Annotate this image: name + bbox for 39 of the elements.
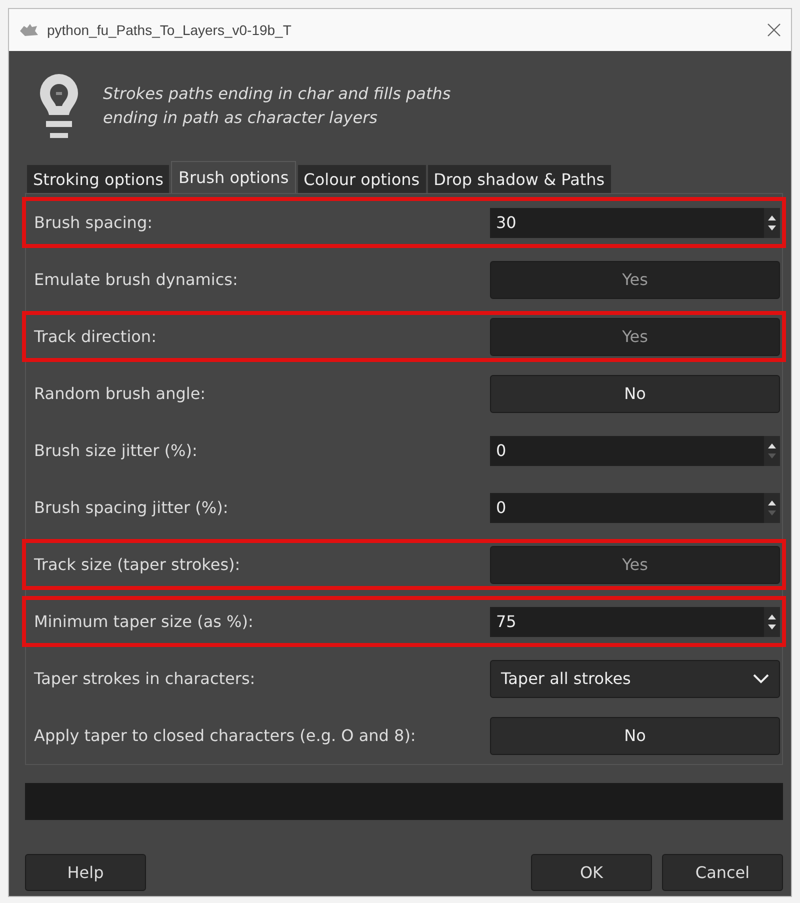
number-field[interactable]: 0 xyxy=(490,436,780,466)
field-label: Brush spacing jitter (%): xyxy=(34,498,228,517)
field-label: Taper strokes in characters: xyxy=(34,669,256,688)
toggle-button[interactable]: No xyxy=(490,374,780,412)
field-label: Brush spacing: xyxy=(34,213,152,232)
up-arrow-icon[interactable] xyxy=(767,612,777,620)
number-field[interactable]: 75 xyxy=(490,606,780,636)
close-icon[interactable] xyxy=(767,23,781,37)
field-label: Random brush angle: xyxy=(34,384,206,403)
chevron-down-icon xyxy=(753,674,769,684)
dialog-button[interactable]: OK xyxy=(531,854,652,891)
field-label: Minimum taper size (as %): xyxy=(34,612,254,631)
window-title: python_fu_Paths_To_Layers_v0-19b_T xyxy=(47,22,292,38)
field-label: Track size (taper strokes): xyxy=(34,555,240,574)
number-field[interactable]: 30 xyxy=(490,208,780,238)
up-arrow-icon[interactable] xyxy=(767,214,777,222)
dropdown[interactable]: Taper all strokes xyxy=(490,660,780,698)
tab[interactable]: Stroking options xyxy=(27,165,170,193)
field-label: Apply taper to closed characters (e.g. O and 8): xyxy=(34,726,416,745)
toggle-button[interactable]: Yes xyxy=(490,318,780,356)
up-arrow-icon[interactable] xyxy=(767,442,777,450)
app-icon xyxy=(19,23,39,37)
field-label: Brush size jitter (%): xyxy=(34,441,198,460)
description-text: Strokes paths ending in char and fills paths ending in path as character layers xyxy=(103,83,451,129)
tab[interactable]: Colour options xyxy=(298,165,426,193)
up-arrow-icon[interactable] xyxy=(767,498,777,506)
tab[interactable]: Brush options xyxy=(171,161,296,193)
toggle-button[interactable]: No xyxy=(490,716,780,754)
field-label: Emulate brush dynamics: xyxy=(34,270,238,289)
down-arrow-icon[interactable] xyxy=(767,622,777,630)
number-field[interactable]: 0 xyxy=(490,492,780,522)
dialog-button[interactable]: Cancel xyxy=(662,854,783,891)
lightbulb-icon xyxy=(37,71,81,141)
toggle-button[interactable]: Yes xyxy=(490,260,780,298)
down-arrow-icon[interactable] xyxy=(767,224,777,232)
field-label: Track direction: xyxy=(34,327,156,346)
dialog-button[interactable]: Help xyxy=(25,854,146,891)
toggle-button[interactable]: Yes xyxy=(490,546,780,584)
tab[interactable]: Drop shadow & Paths xyxy=(428,165,611,193)
